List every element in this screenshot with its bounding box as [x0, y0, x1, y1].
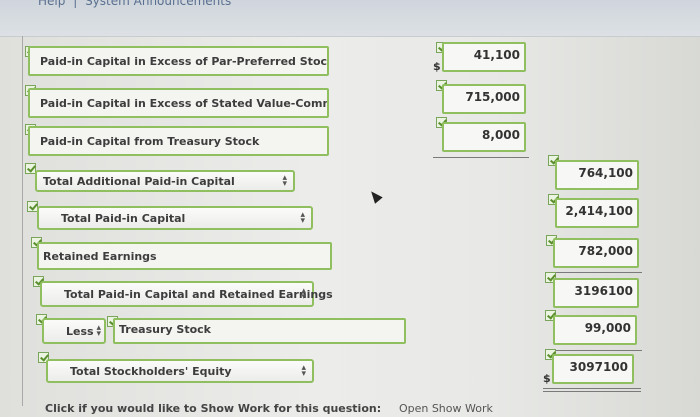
mouse-cursor-icon [367, 188, 383, 204]
link-separator: | [73, 0, 78, 8]
amount-text: 3097100 [569, 360, 628, 374]
amount-text: 41,100 [473, 48, 520, 62]
amount-text: 782,000 [578, 244, 633, 258]
amount-field-retained-earnings[interactable]: 782,000 [553, 238, 639, 268]
select-arrows-icon: ▴ ▾ [96, 323, 101, 339]
amount-field-treasury-stock[interactable]: 99,000 [553, 315, 637, 345]
label-field-paid-in-capital-treasury[interactable]: Paid-in Capital from Treasury Stock [28, 126, 329, 156]
amount-field-total-paid-in-capital[interactable]: 2,414,100 [555, 198, 639, 228]
dollar-sign: $ [433, 60, 441, 73]
select-text: Total Paid-in Capital and Retained Earni… [64, 287, 333, 301]
label-field-paid-in-excess-stated-common[interactable]: Paid-in Capital in Excess of Stated Valu… [28, 88, 329, 118]
select-total-stockholders-equity[interactable]: Total Stockholders' Equity ▴ ▾ [46, 359, 314, 383]
dollar-sign: $ [543, 372, 551, 385]
show-work-prompt: Click if you would like to Show Work for… [45, 402, 382, 415]
open-show-work-link[interactable]: Open Show Work [399, 402, 493, 415]
field-text: Paid-in Capital from Treasury Stock [40, 134, 260, 148]
left-rule [22, 36, 23, 406]
header-links: Help | System Announcements [38, 0, 235, 8]
select-text: Less [66, 324, 94, 338]
amount-field-paid-in-excess-par-preferred[interactable]: 41,100 [442, 42, 526, 72]
select-arrows-icon: ▴ ▾ [301, 363, 306, 379]
double-underline [543, 388, 641, 392]
field-text: Paid-in Capital in Excess of Par-Preferr… [40, 54, 329, 68]
underline [546, 350, 642, 351]
underline [433, 157, 529, 158]
field-text: Paid-in Capital in Excess of Stated Valu… [40, 96, 329, 110]
amount-text: 715,000 [465, 90, 520, 104]
amount-text: 764,100 [578, 166, 633, 180]
amount-text: 2,414,100 [565, 204, 633, 218]
select-text: Total Stockholders' Equity [70, 364, 232, 378]
amount-text: 99,000 [584, 321, 631, 335]
field-text: Treasury Stock [119, 323, 211, 336]
select-arrows-icon: ▴ ▾ [300, 210, 305, 226]
amount-field-paid-in-capital-treasury[interactable]: 8,000 [442, 122, 526, 152]
select-total-additional-paid-in-capital[interactable]: Total Additional Paid-in Capital ▴ ▾ [35, 170, 295, 192]
select-text: Total Paid-in Capital [61, 211, 186, 225]
amount-field-total-additional-paid-in-capital[interactable]: 764,100 [555, 160, 639, 190]
amount-field-total-paid-in-capital-and-retained-earnings[interactable]: 3196100 [553, 278, 639, 308]
select-text: Total Additional Paid-in Capital [43, 174, 235, 188]
label-field-retained-earnings[interactable]: Retained Earnings [37, 242, 332, 270]
amount-field-paid-in-excess-stated-common[interactable]: 715,000 [442, 84, 526, 114]
help-link[interactable]: Help [38, 0, 65, 8]
label-field-treasury-stock[interactable]: Treasury Stock [113, 318, 406, 344]
show-work-footer: Click if you would like to Show Work for… [45, 402, 493, 415]
select-less[interactable]: Less ▴ ▾ [42, 318, 106, 344]
top-bar: Help | System Announcements [0, 0, 700, 37]
amount-text: 8,000 [482, 128, 520, 142]
select-total-paid-in-capital-and-retained-earnings[interactable]: Total Paid-in Capital and Retained Earni… [40, 281, 333, 307]
underline [546, 272, 642, 273]
select-arrows-icon: ▴ ▾ [301, 286, 306, 302]
select-total-paid-in-capital[interactable]: Total Paid-in Capital ▴ ▾ [37, 206, 313, 230]
amount-field-total-stockholders-equity[interactable]: 3097100 [552, 354, 634, 384]
amount-text: 3196100 [574, 284, 633, 298]
label-field-paid-in-excess-par-preferred[interactable]: Paid-in Capital in Excess of Par-Preferr… [28, 46, 329, 76]
field-text: Retained Earnings [43, 249, 157, 263]
system-announcements-link[interactable]: System Announcements [85, 0, 231, 8]
select-arrows-icon: ▴ ▾ [282, 173, 287, 189]
